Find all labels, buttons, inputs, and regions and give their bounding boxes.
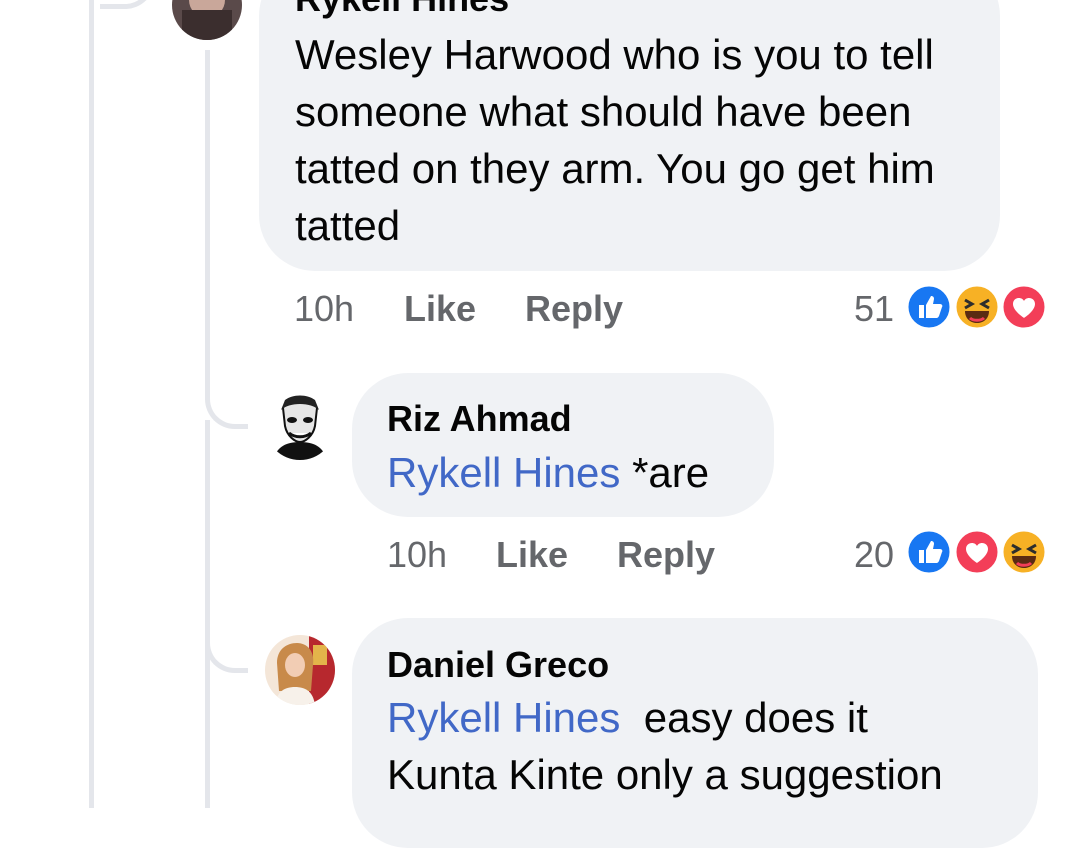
like-button-rykell[interactable]: Like <box>404 288 476 330</box>
comment-time-riz[interactable]: 10h <box>387 534 447 576</box>
like-reaction-icon <box>905 283 953 331</box>
thread-curve-top <box>100 0 155 9</box>
reply-button-rykell[interactable]: Reply <box>525 288 623 330</box>
comment-text-riz: Rykell Hines *are <box>387 444 709 501</box>
comment-body-riz: *are <box>620 449 710 496</box>
comment-author-rykell[interactable]: Rykell Hines <box>295 0 509 20</box>
like-button-riz[interactable]: Like <box>496 534 568 576</box>
comment-author-daniel[interactable]: Daniel Greco <box>387 644 609 686</box>
avatar-rykell[interactable] <box>172 0 242 40</box>
thread-curve-daniel <box>205 600 248 673</box>
reaction-count-rykell[interactable]: 51 <box>830 288 894 330</box>
thread-line-inner <box>205 50 210 370</box>
comment-body-daniel-line2: Kunta Kinte only a suggestion <box>387 751 943 798</box>
comment-text-daniel: Rykell Hines easy does it Kunta Kinte on… <box>387 689 1027 803</box>
mention-link-rykell-2[interactable]: Rykell Hines <box>387 694 620 741</box>
reactions-riz[interactable] <box>905 528 1048 576</box>
haha-reaction-icon <box>1000 528 1048 576</box>
reply-button-riz[interactable]: Reply <box>617 534 715 576</box>
comment-body-daniel-line1: easy does it <box>620 694 868 741</box>
love-reaction-icon <box>1000 283 1048 331</box>
avatar-daniel[interactable] <box>265 635 335 705</box>
thread-curve-riz <box>205 360 248 429</box>
comment-time-rykell[interactable]: 10h <box>294 288 354 330</box>
haha-reaction-icon <box>953 283 1001 331</box>
mention-link-rykell[interactable]: Rykell Hines <box>387 449 620 496</box>
reactions-rykell[interactable] <box>905 283 1048 331</box>
comment-author-riz[interactable]: Riz Ahmad <box>387 398 572 440</box>
like-reaction-icon <box>905 528 953 576</box>
thread-line-outer <box>89 0 94 808</box>
avatar-riz[interactable] <box>265 390 335 460</box>
reaction-count-riz[interactable]: 20 <box>830 534 894 576</box>
comment-text-rykell: Wesley Harwood who is you to tell someon… <box>295 31 935 249</box>
love-reaction-icon <box>953 528 1001 576</box>
